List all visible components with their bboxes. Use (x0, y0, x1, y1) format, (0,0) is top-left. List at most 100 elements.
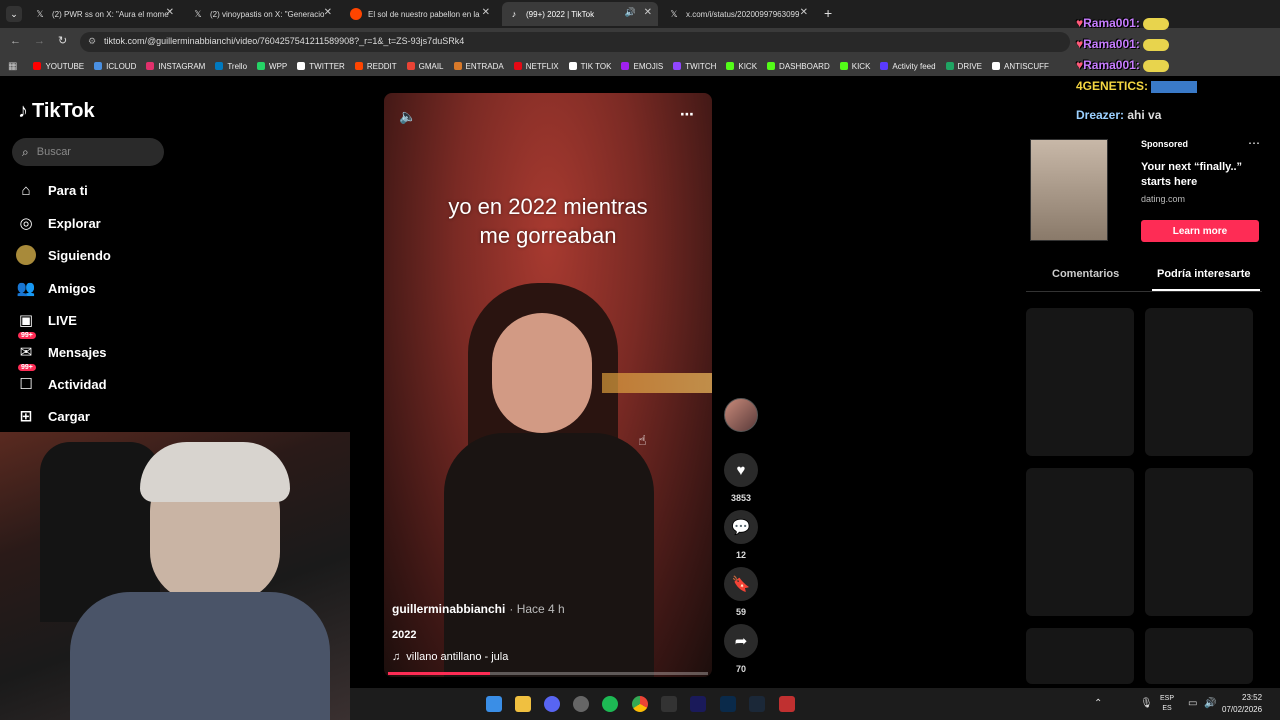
close-icon[interactable]: ✕ (324, 7, 332, 18)
suggested-video-card[interactable] (1026, 628, 1134, 684)
sidebar-item-siguiendo[interactable]: Siguiendo (16, 245, 111, 265)
volume-icon[interactable]: 🔈 (399, 108, 416, 125)
steam-icon[interactable] (749, 696, 765, 712)
share-button[interactable]: ➦ 70 (724, 624, 758, 674)
discord-icon[interactable] (544, 696, 560, 712)
tab-podria-interesarte[interactable]: Podría interesarte (1157, 268, 1251, 280)
bookmark-item[interactable]: ICLOUD (94, 62, 136, 71)
share-icon: ➦ (724, 624, 758, 658)
photoshop-icon[interactable] (720, 696, 736, 712)
new-tab-icon[interactable]: + (824, 5, 832, 21)
creator-avatar[interactable] (724, 398, 758, 432)
suggested-video-card[interactable] (1026, 468, 1134, 616)
close-icon[interactable]: ✕ (644, 7, 652, 18)
sidebar-item-label: LIVE (48, 312, 77, 328)
close-icon[interactable]: ✕ (800, 7, 808, 18)
sidebar-item-cargar[interactable]: ⊞ Cargar (16, 406, 90, 426)
tiktok-logo[interactable]: ♪ TikTok (18, 100, 95, 123)
search-placeholder: Buscar (36, 146, 71, 158)
bookmark-item[interactable]: TWITTER (297, 62, 345, 71)
suggested-video-card[interactable] (1026, 308, 1134, 456)
volume-tray-icon[interactable]: 🔊 (1204, 698, 1216, 709)
search-input[interactable]: ⌕ Buscar (12, 138, 164, 166)
sidebar-item-amigos[interactable]: 👥 Amigos (16, 278, 96, 298)
suggested-video-card[interactable] (1145, 308, 1253, 456)
video-music[interactable]: ♫ villano antillano - jula (392, 651, 508, 663)
voice-app-icon[interactable] (779, 696, 795, 712)
microphone-icon[interactable]: 🎙 (1140, 698, 1153, 709)
tab-pwr[interactable]: 𝕏 (2) PWR ss on X: "Aura el mome ✕ (28, 2, 180, 26)
bookmark-item[interactable]: EMOJIS (621, 62, 663, 71)
ad-image[interactable] (1030, 139, 1108, 241)
heart-icon: ♥ (724, 453, 758, 487)
language-indicator[interactable]: ESP ES (1160, 694, 1174, 714)
emote-icon (1143, 59, 1170, 72)
bookmark-item[interactable]: REDDIT (354, 62, 397, 71)
system-clock[interactable]: 23:52 07/02/2026 (1222, 692, 1262, 716)
bookmark-item[interactable]: KICK (839, 61, 871, 71)
bookmark-label: KICK (851, 61, 871, 71)
site-info-icon[interactable]: ⚙ (88, 36, 96, 47)
bookmark-item[interactable]: ANTISCUFF (992, 62, 1049, 71)
video-progress-bar[interactable] (388, 672, 708, 675)
windows-start-icon[interactable] (486, 696, 502, 712)
sidebar-item-para-ti[interactable]: ⌂ Para ti (16, 180, 87, 200)
bookmark-item[interactable]: WPP (257, 62, 287, 71)
close-icon[interactable]: ✕ (482, 7, 490, 18)
bookmark-label: Trello (227, 61, 248, 71)
bookmark-item[interactable]: NETFLIX (513, 62, 559, 71)
tiktok-icon: ♪ (511, 9, 517, 19)
suggested-video-card[interactable] (1145, 468, 1253, 616)
chrome-icon[interactable] (632, 696, 648, 712)
bookmark-label: WPP (269, 61, 288, 71)
caption-line: yo en 2022 mientras (448, 194, 648, 219)
sidebar-item-actividad[interactable]: ☐ 99+ Actividad (16, 364, 107, 394)
speaker-icon[interactable]: 🔊 (625, 7, 636, 18)
learn-more-button[interactable]: Learn more (1141, 220, 1259, 242)
like-button[interactable]: ♥ 3853 (724, 453, 758, 503)
bookmark-favicon-icon (33, 62, 42, 70)
bookmark-item[interactable]: KICK (726, 62, 757, 71)
video-player[interactable] (384, 93, 712, 677)
apps-grid-icon[interactable]: ▦ (8, 61, 17, 72)
sidebar-item-explorar[interactable]: ◎ Explorar (16, 213, 100, 233)
bookmark-item[interactable]: ENTRADA (453, 62, 504, 71)
tab-reddit[interactable]: El sol de nuestro pabellon en la ✕ (344, 2, 496, 26)
url-field[interactable]: ⚙ tiktok.com/@guillerminabbianchi/video/… (80, 32, 1070, 52)
obs-icon[interactable] (661, 696, 677, 712)
tab-list-icon[interactable]: ⌄ (6, 6, 22, 22)
file-explorer-icon[interactable] (515, 696, 531, 712)
music-title: villano antillano - jula (406, 651, 509, 663)
bookmark-item[interactable]: YOUTUBE (33, 62, 84, 71)
tab-vinoypastis[interactable]: 𝕏 (2) vinoypastis on X: "Generacio ✕ (186, 2, 338, 26)
network-icon[interactable]: ▭ (1188, 698, 1197, 709)
bookmark-item[interactable]: GMAIL (406, 62, 444, 71)
save-button[interactable]: 🔖 59 (724, 567, 758, 617)
sidebar-item-live[interactable]: ▣ LIVE (16, 310, 77, 330)
bookmark-item[interactable]: Activity feed (880, 62, 936, 71)
ad-more-icon[interactable]: ⋯ (1248, 136, 1260, 150)
bookmark-item[interactable]: Trello (215, 62, 247, 71)
tab-comentarios[interactable]: Comentarios (1052, 268, 1119, 280)
spotify-icon[interactable] (602, 696, 618, 712)
back-icon[interactable]: ← (10, 35, 21, 47)
premiere-icon[interactable] (690, 696, 706, 712)
bookmark-item[interactable]: TIK TOK (568, 62, 611, 71)
tray-chevron-icon[interactable]: ⌃ (1094, 698, 1102, 709)
suggested-video-card[interactable] (1145, 628, 1253, 684)
bookmark-item[interactable]: TWITCH (673, 62, 716, 71)
post-time: · Hace 4 h (509, 602, 565, 616)
more-options-icon[interactable]: ⋯ (680, 106, 694, 123)
close-icon[interactable]: ✕ (166, 7, 174, 18)
author-name[interactable]: guillerminabbianchi (392, 602, 505, 616)
bookmark-item[interactable]: DASHBOARD (767, 62, 830, 71)
tab-tiktok[interactable]: ♪ (99+) 2022 | TikTok 🔊 ✕ (502, 2, 658, 26)
bookmark-item[interactable]: INSTAGRAM (146, 62, 205, 71)
forward-icon[interactable]: → (34, 35, 45, 47)
tab-x-status[interactable]: 𝕏 x.com/i/status/20200997963099 ✕ (662, 2, 814, 26)
bookmark-item[interactable]: DRIVE (945, 62, 982, 71)
sidebar-item-mensajes[interactable]: ✉ 99+ Mensajes (16, 332, 107, 362)
comment-button[interactable]: 💬 12 (724, 510, 758, 560)
reload-icon[interactable]: ↻ (58, 34, 67, 47)
app-icon[interactable] (573, 696, 589, 712)
